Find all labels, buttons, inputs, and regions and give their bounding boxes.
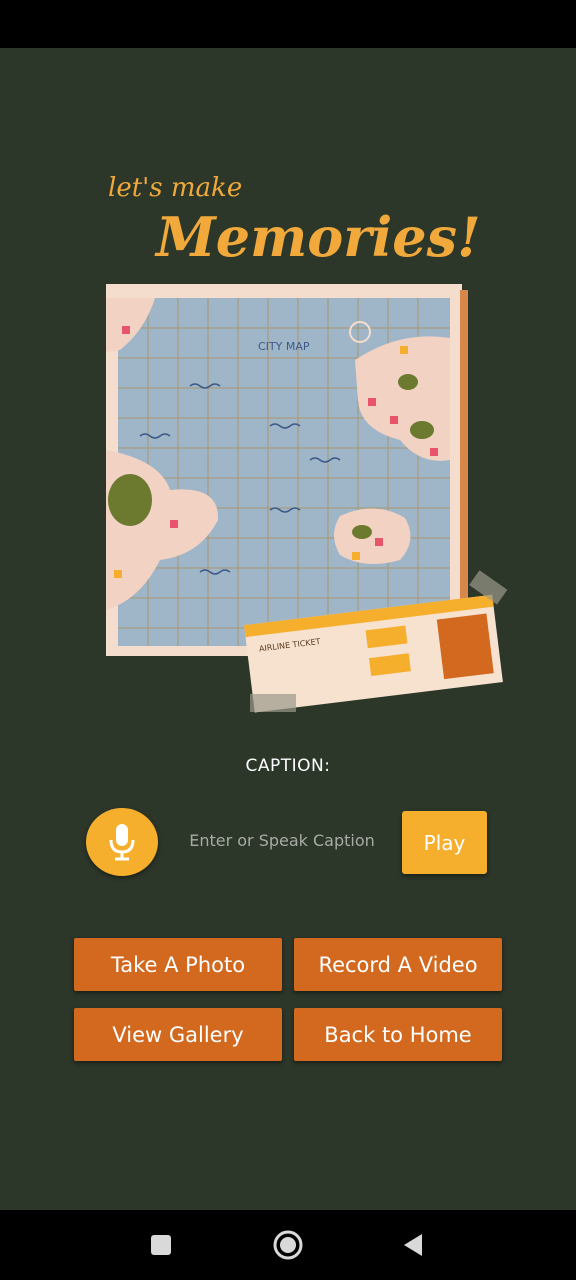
play-button[interactable]: Play <box>402 811 487 874</box>
view-gallery-button[interactable]: View Gallery <box>74 1008 282 1061</box>
triangle-back-icon <box>404 1234 422 1256</box>
back-to-home-button[interactable]: Back to Home <box>294 1008 502 1061</box>
memories-illustration: let's make Memories! CITY MAP AIRLINE TI… <box>100 160 520 720</box>
nav-back-button[interactable] <box>388 1210 438 1280</box>
microphone-button[interactable] <box>86 808 158 876</box>
record-video-button[interactable]: Record A Video <box>294 938 502 991</box>
take-photo-button[interactable]: Take A Photo <box>74 938 282 991</box>
heading-small: let's make <box>108 173 242 203</box>
circle-icon <box>273 1230 303 1260</box>
map-label: CITY MAP <box>258 340 310 353</box>
nav-home-button[interactable] <box>263 1210 313 1280</box>
microphone-icon <box>109 824 135 861</box>
heading-large: Memories! <box>154 205 481 269</box>
status-bar <box>0 0 576 48</box>
square-icon <box>151 1235 171 1255</box>
system-navigation-bar <box>0 1210 576 1280</box>
caption-input[interactable] <box>176 822 388 858</box>
caption-label: CAPTION: <box>245 756 331 776</box>
nav-recents-button[interactable] <box>136 1210 186 1280</box>
